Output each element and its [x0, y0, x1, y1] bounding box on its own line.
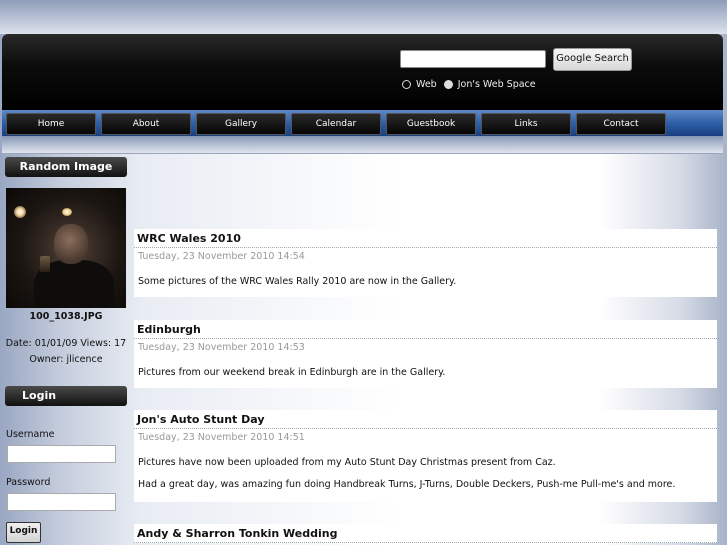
photo-glass — [40, 256, 50, 272]
username-field[interactable] — [7, 445, 116, 463]
article: Edinburgh Tuesday, 23 November 2010 14:5… — [134, 320, 717, 388]
nav-contact[interactable]: Contact — [576, 113, 666, 135]
random-image-photo[interactable] — [6, 188, 126, 308]
article-title[interactable]: Andy & Sharron Tonkin Wedding — [134, 524, 717, 543]
nav-shadow — [2, 136, 723, 154]
photo-light — [14, 206, 26, 218]
password-label: Password — [6, 477, 51, 488]
photo-person-head — [54, 224, 88, 264]
radio-site[interactable] — [443, 80, 453, 89]
radio-site-label[interactable]: Jon's Web Space — [458, 79, 536, 90]
top-gradient-strip — [0, 0, 727, 34]
article-body: Pictures have now been uploaded from my … — [134, 445, 717, 502]
nav-guestbook[interactable]: Guestbook — [386, 113, 476, 135]
search-scope-options: Web Jon's Web Space — [402, 79, 543, 90]
nav-about[interactable]: About — [101, 113, 191, 135]
article-body: Some pictures of the WRC Wales Rally 201… — [134, 264, 717, 297]
login-header: Login — [5, 386, 127, 406]
photo-light — [62, 208, 72, 216]
password-field[interactable] — [7, 493, 116, 511]
article-title[interactable]: WRC Wales 2010 — [134, 229, 717, 248]
random-image-header: Random Image — [5, 157, 127, 177]
article-title[interactable]: Edinburgh — [134, 320, 717, 339]
article: WRC Wales 2010 Tuesday, 23 November 2010… — [134, 229, 717, 297]
login-button[interactable]: Login — [6, 522, 41, 543]
nav-calendar[interactable]: Calendar — [291, 113, 381, 135]
article-paragraph: Had a great day, was amazing fun doing H… — [138, 479, 676, 490]
radio-web[interactable] — [402, 80, 411, 89]
username-label: Username — [6, 429, 55, 440]
google-search-button[interactable]: Google Search — [553, 48, 632, 71]
article-date: Tuesday, 23 November 2010 14:51 — [134, 429, 717, 445]
search-input[interactable] — [400, 50, 546, 68]
main-nav: Home About Gallery Calendar Guestbook Li… — [2, 110, 723, 136]
site-header: Google Search Web Jon's Web Space — [2, 34, 723, 110]
nav-gallery[interactable]: Gallery — [196, 113, 286, 135]
article-paragraph: Some pictures of the WRC Wales Rally 201… — [138, 276, 457, 287]
radio-web-label[interactable]: Web — [416, 79, 437, 90]
random-image-filename: 100_1038.JPG — [29, 311, 103, 322]
nav-home[interactable]: Home — [6, 113, 96, 135]
article: Andy & Sharron Tonkin Wedding — [134, 524, 717, 543]
nav-links[interactable]: Links — [481, 113, 571, 135]
random-image-owner: Owner: jlicence — [29, 354, 103, 365]
random-image-meta: Date: 01/01/09 Views: 17 — [5, 338, 127, 349]
article-paragraph: Pictures have now been uploaded from my … — [138, 457, 556, 468]
article: Jon's Auto Stunt Day Tuesday, 23 Novembe… — [134, 410, 717, 502]
article-date: Tuesday, 23 November 2010 14:53 — [134, 339, 717, 355]
article-body: Pictures from our weekend break in Edinb… — [134, 355, 717, 388]
article-paragraph: Pictures from our weekend break in Edinb… — [138, 367, 446, 378]
article-date: Tuesday, 23 November 2010 14:54 — [134, 248, 717, 264]
article-title[interactable]: Jon's Auto Stunt Day — [134, 410, 717, 429]
